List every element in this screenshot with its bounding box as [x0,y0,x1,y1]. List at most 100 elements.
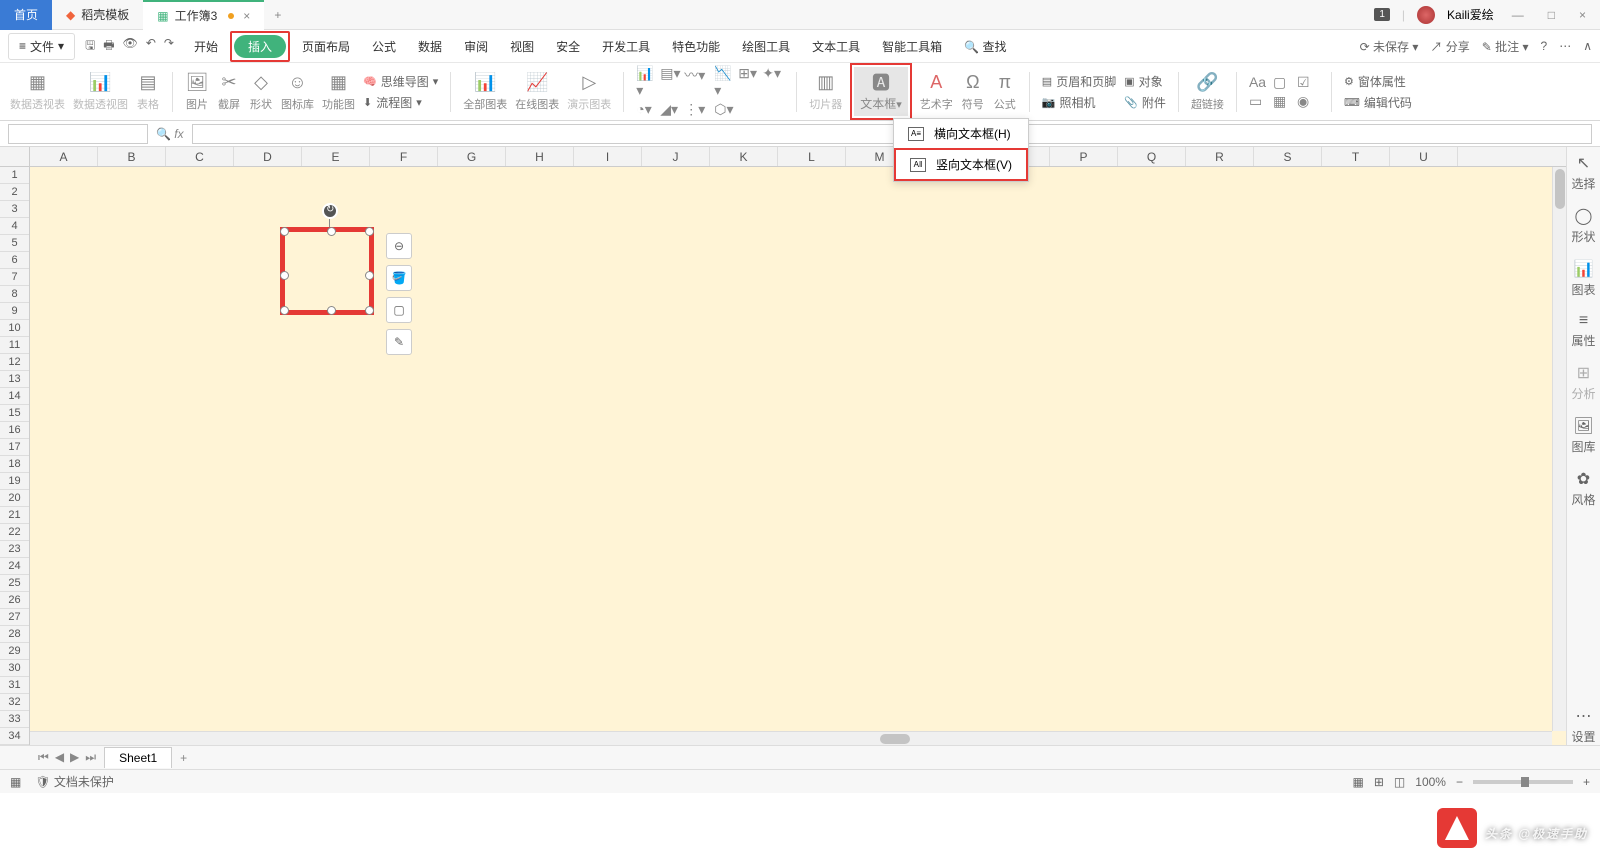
header-footer-button[interactable]: ▤ 页眉和页脚 [1042,73,1116,90]
row-header-20[interactable]: 20 [0,490,29,507]
menu-review[interactable]: 审阅 [454,34,498,59]
form-icon-4[interactable]: ▭ [1249,93,1271,110]
row-header-30[interactable]: 30 [0,660,29,677]
online-chart-button[interactable]: 📈在线图表 [515,72,559,112]
form-icon-2[interactable]: ▢ [1273,74,1295,91]
row-header-8[interactable]: 8 [0,286,29,303]
tab-template[interactable]: ◆ 稻壳模板 [52,0,143,30]
form-icon-6[interactable]: ◉ [1297,93,1319,110]
rp-analyze[interactable]: ⊞分析 [1571,363,1595,402]
more-chart-icon[interactable]: ⬡▾ [714,101,736,118]
row-header-24[interactable]: 24 [0,558,29,575]
object-button[interactable]: ▣ 对象 [1124,73,1166,90]
col-header-J[interactable]: J [642,147,710,166]
maximize-button[interactable]: □ [1542,4,1561,26]
row-header-14[interactable]: 14 [0,388,29,405]
row-header-31[interactable]: 31 [0,677,29,694]
col-header-G[interactable]: G [438,147,506,166]
row-header-6[interactable]: 6 [0,252,29,269]
share-button[interactable]: ↗ 分享 [1430,38,1469,55]
row-header-13[interactable]: 13 [0,371,29,388]
attachment-button[interactable]: 📎 附件 [1124,94,1166,111]
col-header-D[interactable]: D [234,147,302,166]
sheet-nav-last[interactable]: ⏭ [85,750,96,765]
float-tool-edit[interactable]: ✎ [386,329,412,355]
col-header-K[interactable]: K [710,147,778,166]
help-icon[interactable]: ? [1541,39,1548,53]
hbar-chart-icon[interactable]: ▤▾ [660,65,682,99]
zoom-slider[interactable] [1473,780,1573,784]
row-header-17[interactable]: 17 [0,439,29,456]
row-header-4[interactable]: 4 [0,218,29,235]
flowchart-button[interactable]: ⬇ 流程图 ▾ [363,94,438,111]
row-header-3[interactable]: 3 [0,201,29,218]
all-charts-button[interactable]: 📊全部图表 [463,72,507,112]
rp-props[interactable]: ≡属性 [1571,312,1595,349]
col-header-T[interactable]: T [1322,147,1390,166]
form-icon-3[interactable]: ☑ [1297,74,1319,91]
row-header-11[interactable]: 11 [0,337,29,354]
menu-text[interactable]: 文本工具 [802,34,870,59]
resize-handle-bl[interactable] [280,306,289,315]
smartart-button[interactable]: ▦功能图 [322,72,355,112]
row-header-27[interactable]: 27 [0,609,29,626]
row-header-2[interactable]: 2 [0,184,29,201]
col-header-I[interactable]: I [574,147,642,166]
menu-search[interactable]: 🔍 查找 [954,34,1016,59]
menu-insert[interactable]: 插入 [234,35,286,58]
tab-home[interactable]: 首页 [0,0,52,30]
col-header-A[interactable]: A [30,147,98,166]
row-header-16[interactable]: 16 [0,422,29,439]
row-header-34[interactable]: 34 [0,728,29,745]
undo-icon[interactable]: ↶ [146,36,156,57]
chart-type-grid[interactable]: 📊▾▤▾〰▾ ◔▾◢▾⋮▾ [636,65,706,118]
mindmap-button[interactable]: 🧠 思维导图 ▾ [363,73,438,90]
col-header-P[interactable]: P [1050,147,1118,166]
scatter-chart-icon[interactable]: ⋮▾ [684,101,706,118]
picture-button[interactable]: 🖼图片 [185,72,209,112]
annotate-button[interactable]: ✎ 批注 ▾ [1482,38,1529,55]
col-header-B[interactable]: B [98,147,166,166]
sheet-add-button[interactable]: + [172,751,195,765]
resize-handle-ml[interactable] [280,271,289,280]
sheet-nav-next[interactable]: ▶ [70,750,79,765]
menu-view[interactable]: 视图 [500,34,544,59]
tab-close-button[interactable]: × [243,9,250,23]
menu-devtools[interactable]: 开发工具 [592,34,660,59]
horizontal-scrollbar[interactable] [30,731,1552,745]
collapse-ribbon-icon[interactable]: ∧ [1583,39,1592,53]
view-normal-icon[interactable]: ▦ [1353,775,1364,789]
row-header-10[interactable]: 10 [0,320,29,337]
float-tool-outline[interactable]: ▢ [386,297,412,323]
status-protect[interactable]: 🛡 文档未保护 [35,773,114,790]
selected-shape[interactable] [280,227,374,315]
row-header-29[interactable]: 29 [0,643,29,660]
icons-button[interactable]: ☺图标库 [281,72,314,112]
area-chart-icon[interactable]: ◢▾ [660,101,682,118]
radar-chart-icon[interactable]: ✦▾ [762,65,784,99]
menu-formula[interactable]: 公式 [362,34,406,59]
row-header-21[interactable]: 21 [0,507,29,524]
row-header-1[interactable]: 1 [0,167,29,184]
hyperlink-button[interactable]: 🔗超链接 [1191,72,1224,112]
row-header-7[interactable]: 7 [0,269,29,286]
resize-handle-tr[interactable] [365,227,374,236]
pie-chart-icon[interactable]: ◔▾ [636,101,658,118]
file-menu[interactable]: ≡文件▾ [8,33,75,60]
minimize-button[interactable]: — [1506,4,1530,26]
rp-shape[interactable]: ◯形状 [1571,206,1595,245]
resize-handle-tm[interactable] [327,227,336,236]
row-header-26[interactable]: 26 [0,592,29,609]
row-header-18[interactable]: 18 [0,456,29,473]
textbox-horizontal-option[interactable]: A≡ 横向文本框(H) [894,119,1028,148]
row-header-9[interactable]: 9 [0,303,29,320]
row-header-5[interactable]: 5 [0,235,29,252]
shapes-button[interactable]: ◇形状 [249,72,273,112]
row-header-25[interactable]: 25 [0,575,29,592]
zoom-out[interactable]: − [1456,775,1463,789]
menu-layout[interactable]: 页面布局 [292,34,360,59]
more-icon[interactable]: ⋯ [1559,39,1571,53]
combo-chart-icon[interactable]: ⊞▾ [738,65,760,99]
sheet-nav-prev[interactable]: ◀ [55,750,64,765]
row-header-19[interactable]: 19 [0,473,29,490]
